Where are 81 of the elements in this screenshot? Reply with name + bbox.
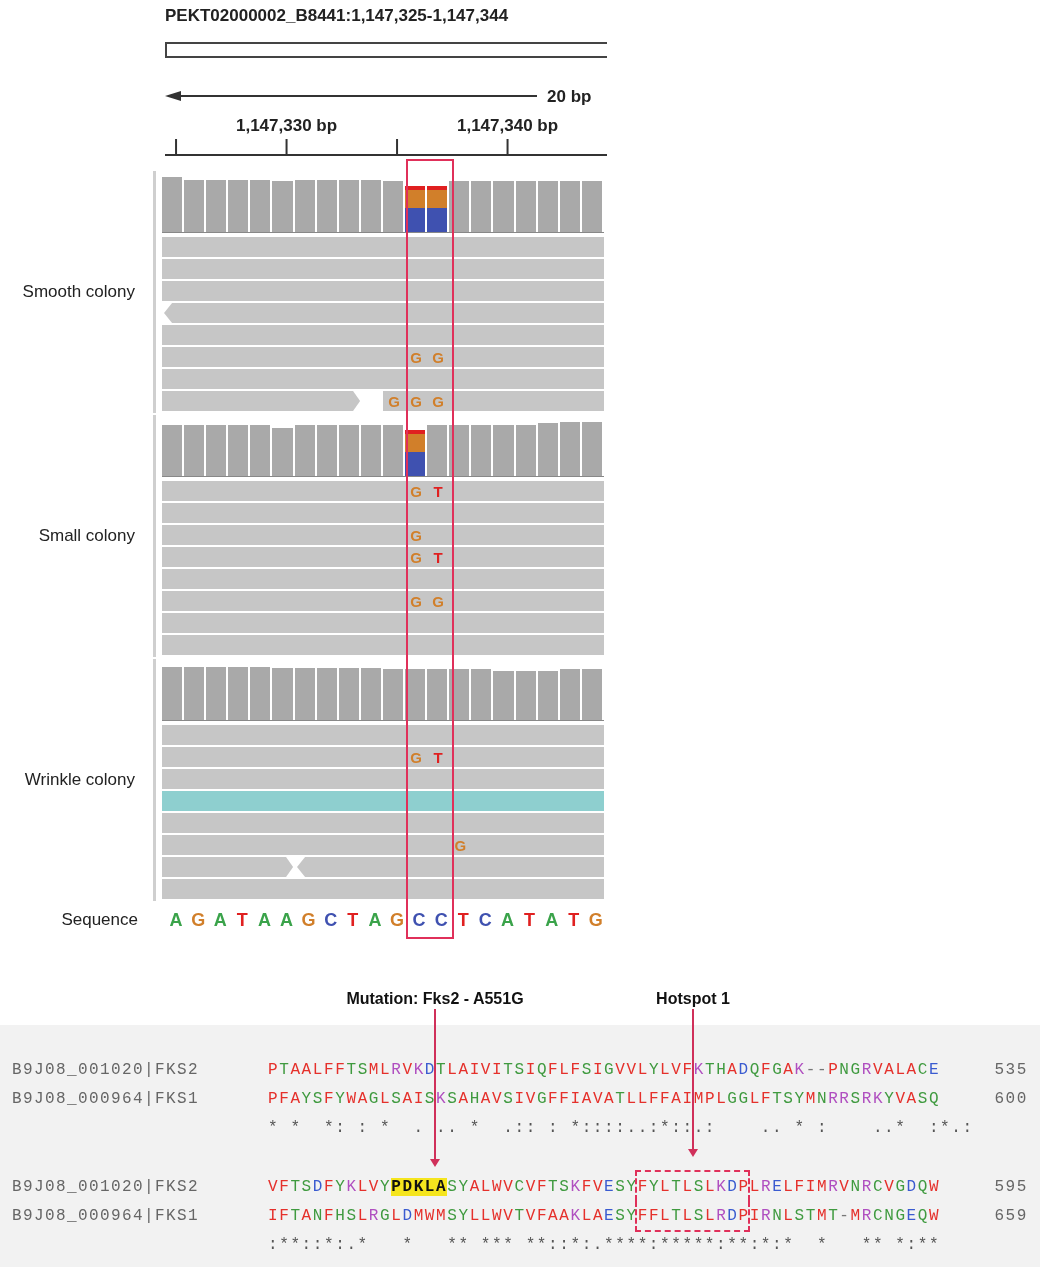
sequence-name: B9J08_000964|FKS1 — [11, 1088, 201, 1110]
reference-base: A — [367, 908, 383, 932]
sequencing-read[interactable]: G — [162, 525, 604, 545]
sequencing-read[interactable] — [162, 879, 604, 899]
reference-base: G — [388, 908, 405, 932]
ruler-tick-label: 1,147,330 bp — [236, 115, 338, 137]
read-gap — [360, 391, 383, 411]
sequencing-read[interactable] — [162, 503, 604, 523]
ruler-tick-label: 1,147,340 bp — [457, 115, 559, 137]
sequencing-read[interactable]: G G — [162, 591, 604, 611]
base-letter: G — [410, 349, 422, 365]
sequencing-read[interactable] — [162, 281, 604, 301]
reference-base: T — [346, 908, 360, 932]
reference-base: T — [456, 908, 470, 932]
reference-base: A — [256, 908, 272, 932]
reference-base: T — [567, 908, 581, 932]
sequence-name: B9J08_001020|FKS2 — [11, 1059, 201, 1081]
sequencing-read[interactable] — [162, 813, 604, 833]
base-letter: G — [410, 593, 422, 609]
sequence-label: Sequence — [60, 909, 139, 932]
reference-base: G — [300, 908, 317, 932]
reference-base: A — [544, 908, 560, 932]
base-letter: G — [410, 527, 422, 543]
reference-base: A — [279, 908, 294, 932]
base-letter: G — [454, 837, 467, 853]
base-letter: G — [432, 593, 444, 609]
track-label: Wrinkle colony — [24, 769, 135, 792]
sequencing-read[interactable] — [162, 569, 604, 589]
reference-base: C — [477, 908, 493, 932]
sequencing-read[interactable]: G T — [162, 481, 604, 501]
sequencing-read[interactable] — [162, 613, 604, 633]
reference-base: C — [433, 908, 449, 932]
residue-count: 600 — [994, 1088, 1029, 1110]
scale-label: 20 bp — [547, 85, 592, 108]
sequencing-read[interactable] — [162, 635, 604, 655]
residue-count: 595 — [994, 1176, 1029, 1198]
sequencing-read[interactable] — [162, 791, 604, 811]
conservation-line: :**::*:.* * ** *** **::*:.****:*****:**:*:* * ** *:** — [268, 1234, 941, 1256]
residue-count: 535 — [994, 1059, 1029, 1081]
sequencing-read[interactable] — [162, 325, 604, 345]
sequencing-read[interactable]: G T — [162, 547, 604, 567]
sequencing-read[interactable] — [162, 303, 604, 323]
sequencing-read[interactable] — [162, 725, 604, 745]
track-label: Smooth colony — [22, 281, 135, 304]
reference-base: T — [235, 908, 249, 932]
track-label: Small colony — [38, 525, 135, 548]
sequencing-read[interactable] — [162, 769, 604, 789]
sequencing-read[interactable]: G G — [162, 347, 604, 367]
sequencing-read[interactable] — [162, 369, 604, 389]
reference-base: C — [323, 908, 339, 932]
residue-count: 659 — [994, 1205, 1029, 1227]
base-letter: G — [410, 393, 422, 409]
base-letter: G — [388, 393, 400, 409]
sequence-name: B9J08_001020|FKS2 — [11, 1176, 201, 1198]
base-letter: G — [432, 393, 444, 409]
reference-base: G — [587, 908, 604, 932]
base-letter: T — [433, 549, 443, 565]
reference-base: T — [523, 908, 537, 932]
locus-title: PEKT02000002_B8441:1,147,325-1,147,344 — [165, 5, 510, 27]
protein-sequence: VFTSDFYKLVYPDKLASYALWVCVFTSKFVESY FYLTLSLKDPLRELFIMRVNRCVGDQW — [268, 1176, 941, 1198]
reference-base: A — [499, 908, 515, 932]
base-letter: T — [433, 483, 443, 499]
sequencing-read[interactable] — [162, 259, 604, 279]
annotation-label: Hotspot 1 — [656, 989, 730, 1009]
base-letter: G — [410, 483, 422, 499]
reference-base: G — [190, 908, 207, 932]
reference-base: C — [411, 908, 427, 932]
sequencing-read[interactable]: G — [162, 835, 604, 855]
base-letter: G — [432, 349, 444, 365]
base-letter: G — [410, 549, 422, 565]
sequencing-read[interactable] — [162, 857, 604, 877]
base-letter: G — [410, 749, 422, 765]
protein-sequence: IFTANFHSLRGLDMWMSYLLWVTVFAAKLAESYFFLTLSLRDPIRNLSTMT-MRCNGEQW — [268, 1205, 941, 1227]
sequence-name: B9J08_000964|FKS1 — [11, 1205, 201, 1227]
annotation-label: Mutation: Fks2 - A551G — [346, 989, 524, 1009]
sequencing-read[interactable]: G T — [162, 747, 604, 767]
reference-base: A — [212, 908, 228, 932]
base-letter: T — [433, 749, 443, 765]
reference-base: A — [168, 908, 184, 932]
sequencing-read[interactable]: G G G — [162, 391, 604, 411]
sequencing-read[interactable] — [162, 237, 604, 257]
